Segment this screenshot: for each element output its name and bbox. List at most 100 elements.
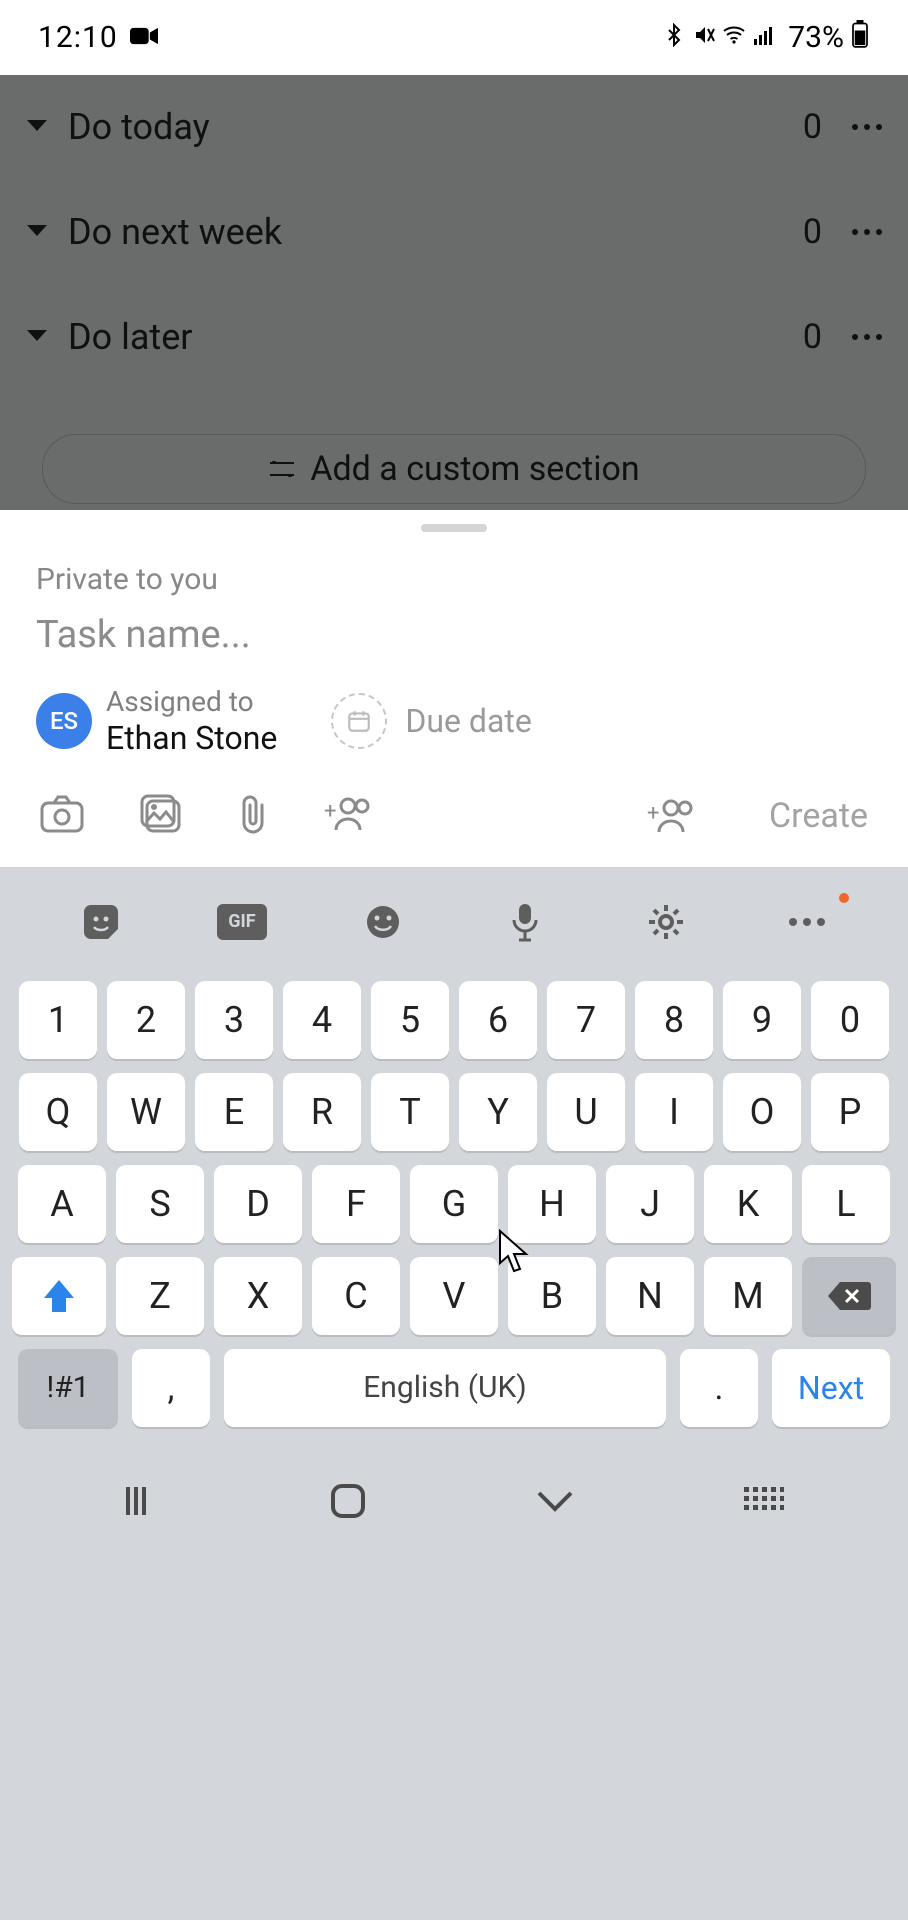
back-hide-keyboard-icon[interactable] bbox=[535, 1489, 575, 1517]
section-count: 0 bbox=[803, 317, 822, 357]
keyboard-switch-icon[interactable] bbox=[744, 1487, 784, 1519]
mute-vibrate-icon bbox=[692, 20, 716, 55]
section-title: Do next week bbox=[68, 211, 803, 253]
section-title: Do today bbox=[68, 106, 803, 148]
add-custom-label: Add a custom section bbox=[310, 449, 639, 489]
section-row[interactable]: Do today 0 bbox=[0, 75, 908, 180]
battery-percentage: 73% bbox=[788, 20, 844, 55]
task-sections-background: Do today 0 Do next week 0 Do later 0 Add… bbox=[0, 75, 908, 510]
assignee-name: Ethan Stone bbox=[106, 719, 277, 757]
sticker-icon[interactable] bbox=[71, 897, 131, 947]
new-task-sheet: Private to you Task name... ES Assigned … bbox=[0, 510, 908, 1920]
key-5[interactable]: 5 bbox=[371, 981, 449, 1059]
key-u[interactable]: U bbox=[547, 1073, 625, 1151]
android-nav-bar bbox=[0, 1447, 908, 1559]
key-a[interactable]: A bbox=[18, 1165, 106, 1243]
signal-icon bbox=[752, 20, 776, 55]
key-q[interactable]: Q bbox=[19, 1073, 97, 1151]
adjust-icon bbox=[268, 449, 296, 489]
key-c[interactable]: C bbox=[312, 1257, 400, 1335]
settings-icon[interactable] bbox=[636, 897, 696, 947]
key-6[interactable]: 6 bbox=[459, 981, 537, 1059]
task-name-input[interactable]: Task name... bbox=[0, 607, 908, 679]
recent-apps-icon[interactable] bbox=[124, 1485, 160, 1521]
key-d[interactable]: D bbox=[214, 1165, 302, 1243]
attachment-icon[interactable] bbox=[238, 793, 268, 839]
more-icon[interactable] bbox=[852, 334, 882, 340]
section-row[interactable]: Do later 0 bbox=[0, 285, 908, 390]
key-g[interactable]: G bbox=[410, 1165, 498, 1243]
key-v[interactable]: V bbox=[410, 1257, 498, 1335]
key-i[interactable]: I bbox=[635, 1073, 713, 1151]
next-key[interactable]: Next bbox=[772, 1349, 890, 1427]
key-3[interactable]: 3 bbox=[195, 981, 273, 1059]
video-recording-icon bbox=[130, 20, 158, 55]
more-icon[interactable] bbox=[777, 897, 837, 947]
svg-text:+: + bbox=[324, 799, 336, 824]
key-8[interactable]: 8 bbox=[635, 981, 713, 1059]
soft-keyboard: GIF 1234567890 QWERTYUIOP ASDFGHJK bbox=[0, 867, 908, 1920]
key-z[interactable]: Z bbox=[116, 1257, 204, 1335]
key-k[interactable]: K bbox=[704, 1165, 792, 1243]
chevron-down-icon bbox=[26, 328, 48, 347]
period-key[interactable]: . bbox=[680, 1349, 758, 1427]
section-count: 0 bbox=[803, 212, 822, 252]
key-n[interactable]: N bbox=[606, 1257, 694, 1335]
key-o[interactable]: O bbox=[723, 1073, 801, 1151]
sheet-handle[interactable] bbox=[421, 524, 487, 532]
chevron-down-icon bbox=[26, 223, 48, 242]
key-1[interactable]: 1 bbox=[19, 981, 97, 1059]
key-m[interactable]: M bbox=[704, 1257, 792, 1335]
camera-icon[interactable] bbox=[40, 795, 84, 837]
home-icon[interactable] bbox=[329, 1482, 367, 1524]
svg-text:+: + bbox=[647, 801, 659, 826]
key-t[interactable]: T bbox=[371, 1073, 449, 1151]
microphone-icon[interactable] bbox=[495, 897, 555, 947]
assignee-avatar: ES bbox=[36, 693, 92, 749]
key-7[interactable]: 7 bbox=[547, 981, 625, 1059]
key-4[interactable]: 4 bbox=[283, 981, 361, 1059]
key-l[interactable]: L bbox=[802, 1165, 890, 1243]
space-key[interactable]: English (UK) bbox=[224, 1349, 666, 1427]
section-row[interactable]: Do next week 0 bbox=[0, 180, 908, 285]
assignee-chip[interactable]: ES Assigned to Ethan Stone bbox=[36, 685, 277, 757]
shift-key[interactable] bbox=[12, 1257, 106, 1335]
key-e[interactable]: E bbox=[195, 1073, 273, 1151]
assigned-to-label: Assigned to bbox=[106, 685, 277, 719]
add-collaborator-icon[interactable]: + bbox=[324, 796, 372, 836]
add-custom-section-button[interactable]: Add a custom section bbox=[42, 434, 866, 504]
comma-key[interactable]: , bbox=[132, 1349, 210, 1427]
key-j[interactable]: J bbox=[606, 1165, 694, 1243]
key-s[interactable]: S bbox=[116, 1165, 204, 1243]
key-b[interactable]: B bbox=[508, 1257, 596, 1335]
key-w[interactable]: W bbox=[107, 1073, 185, 1151]
key-p[interactable]: P bbox=[811, 1073, 889, 1151]
gallery-icon[interactable] bbox=[140, 794, 182, 838]
due-date-button[interactable]: Due date bbox=[331, 693, 531, 749]
section-title: Do later bbox=[68, 316, 803, 358]
battery-icon bbox=[850, 20, 870, 56]
key-2[interactable]: 2 bbox=[107, 981, 185, 1059]
symbols-key[interactable]: !#1 bbox=[18, 1349, 118, 1427]
add-collaborator-icon-secondary[interactable]: + bbox=[647, 798, 695, 834]
more-icon[interactable] bbox=[852, 124, 882, 130]
create-button[interactable]: Create bbox=[769, 796, 868, 836]
key-f[interactable]: F bbox=[312, 1165, 400, 1243]
privacy-label: Private to you bbox=[0, 532, 908, 607]
status-time: 12:10 bbox=[38, 20, 118, 55]
key-y[interactable]: Y bbox=[459, 1073, 537, 1151]
key-h[interactable]: H bbox=[508, 1165, 596, 1243]
key-0[interactable]: 0 bbox=[811, 981, 889, 1059]
key-r[interactable]: R bbox=[283, 1073, 361, 1151]
backspace-key[interactable] bbox=[802, 1257, 896, 1335]
key-9[interactable]: 9 bbox=[723, 981, 801, 1059]
status-bar: 12:10 73% bbox=[0, 0, 908, 75]
emoji-icon[interactable] bbox=[353, 897, 413, 947]
more-icon[interactable] bbox=[852, 229, 882, 235]
section-count: 0 bbox=[803, 107, 822, 147]
gif-icon[interactable]: GIF bbox=[212, 897, 272, 947]
wifi-icon bbox=[722, 20, 746, 55]
chevron-down-icon bbox=[26, 118, 48, 137]
calendar-icon bbox=[331, 693, 387, 749]
key-x[interactable]: X bbox=[214, 1257, 302, 1335]
